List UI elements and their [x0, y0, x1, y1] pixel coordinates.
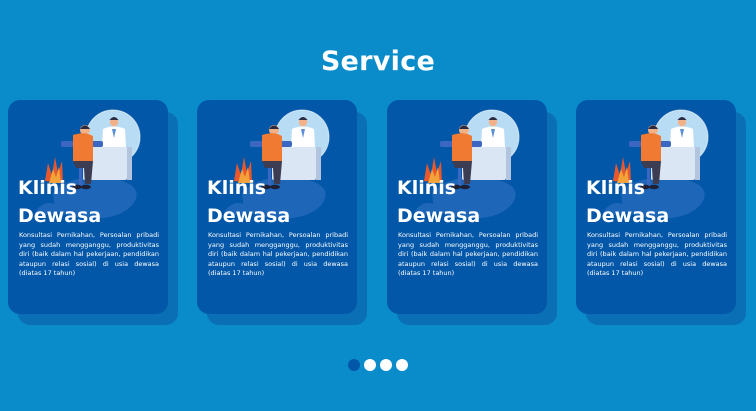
card-title: Klinis Dewasa: [18, 174, 163, 230]
card-description: Konsultasi Pernikahan, Persoalan pribadi…: [587, 231, 727, 277]
service-carousel: Klinis Dewasa Konsultasi Pernikahan, Per…: [0, 100, 756, 330]
card-body: Klinis Dewasa Konsultasi Pernikahan, Per…: [197, 100, 357, 314]
section-title: Service: [320, 46, 436, 78]
card-title-line2: Dewasa: [207, 205, 291, 227]
pagination-dot[interactable]: [348, 359, 360, 371]
service-card[interactable]: Klinis Dewasa Konsultasi Pernikahan, Per…: [197, 100, 377, 330]
service-card[interactable]: Klinis Dewasa Konsultasi Pernikahan, Per…: [576, 100, 756, 330]
pagination-dot[interactable]: [380, 359, 392, 371]
card-description: Konsultasi Pernikahan, Persoalan pribadi…: [19, 231, 159, 277]
service-card[interactable]: Klinis Dewasa Konsultasi Pernikahan, Per…: [387, 100, 567, 330]
card-title-line2: Dewasa: [586, 205, 670, 227]
card-title-line1: Klinis: [397, 177, 457, 199]
service-card[interactable]: Klinis Dewasa Konsultasi Pernikahan, Per…: [8, 100, 188, 330]
card-title-line1: Klinis: [207, 177, 267, 199]
card-title: Klinis Dewasa: [586, 174, 731, 230]
carousel-pagination: [0, 359, 756, 371]
card-title-line1: Klinis: [18, 177, 78, 199]
card-body: Klinis Dewasa Konsultasi Pernikahan, Per…: [8, 100, 168, 314]
card-description: Konsultasi Pernikahan, Persoalan pribadi…: [208, 231, 348, 277]
pagination-dot[interactable]: [364, 359, 376, 371]
card-title-line1: Klinis: [586, 177, 646, 199]
card-title: Klinis Dewasa: [397, 174, 542, 230]
card-title: Klinis Dewasa: [207, 174, 352, 230]
card-description: Konsultasi Pernikahan, Persoalan pribadi…: [398, 231, 538, 277]
card-body: Klinis Dewasa Konsultasi Pernikahan, Per…: [387, 100, 547, 314]
pagination-dot[interactable]: [396, 359, 408, 371]
card-title-line2: Dewasa: [397, 205, 481, 227]
card-body: Klinis Dewasa Konsultasi Pernikahan, Per…: [576, 100, 736, 314]
card-title-line2: Dewasa: [18, 205, 102, 227]
